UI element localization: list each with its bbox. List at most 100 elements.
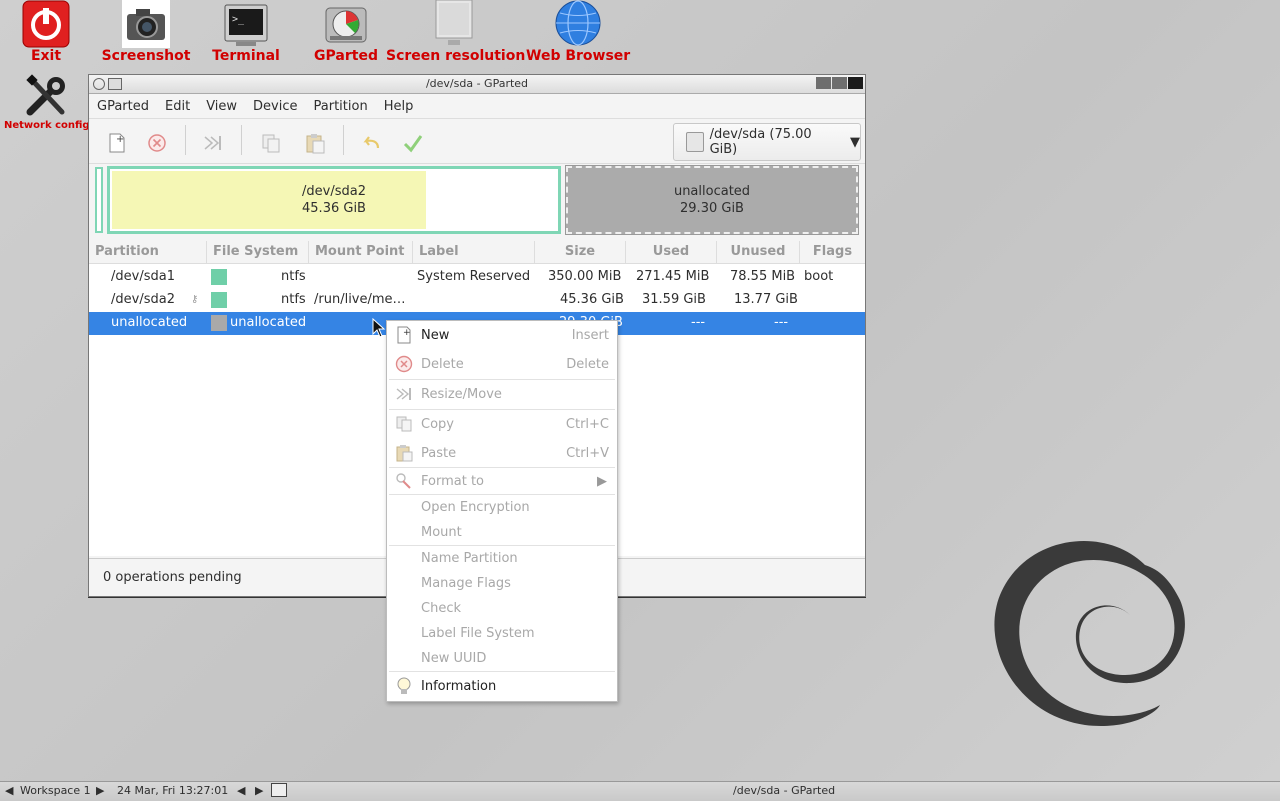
menu-item-information[interactable]: Information	[387, 674, 617, 699]
new-document-icon: +	[109, 133, 125, 153]
terminal-label: Terminal	[212, 48, 280, 64]
sda2-map-name: /dev/sda2	[302, 184, 366, 199]
menu-item-open-encryption[interactable]: Open Encryption	[387, 495, 617, 520]
screen-resolution-desktop-icon[interactable]: Screen resolution	[386, 0, 525, 64]
terminal-desktop-icon[interactable]: >_ Terminal	[208, 0, 284, 64]
menu-item-new-uuid[interactable]: New UUID	[387, 646, 617, 671]
menu-item-delete[interactable]: Delete Delete	[387, 352, 617, 377]
row-partition: /dev/sda2	[111, 292, 175, 307]
menu-item-name-partition[interactable]: Name Partition	[387, 546, 617, 571]
gparted-icon	[322, 0, 370, 48]
row-size: 350.00 MiB	[548, 269, 622, 284]
gparted-desktop-icon[interactable]: GParted	[308, 0, 384, 64]
taskbar: ◀ Workspace 1 ▶ 24 Mar, Fri 13:27:01 ◀ ▶…	[0, 781, 1280, 801]
window-menu-icon[interactable]	[93, 78, 105, 90]
col-unused[interactable]: Unused	[717, 241, 800, 263]
unallocated-map-size: 29.30 GiB	[680, 201, 744, 216]
paste-button[interactable]	[301, 129, 329, 157]
menu-item-mount[interactable]: Mount	[387, 520, 617, 545]
network-config-label: Network config	[4, 120, 90, 131]
menu-item-new[interactable]: + New Insert	[387, 323, 617, 348]
col-flags[interactable]: Flags	[800, 241, 865, 263]
delete-icon	[395, 355, 413, 373]
menu-item-resize-move[interactable]: Resize/Move	[387, 382, 617, 407]
maximize-button[interactable]	[832, 77, 847, 89]
new-partition-button[interactable]: +	[103, 129, 131, 157]
debian-swirl-logo	[985, 525, 1200, 734]
menu-partition[interactable]: Partition	[306, 99, 376, 114]
paste-icon	[396, 445, 413, 462]
resize-move-button[interactable]	[199, 129, 227, 157]
copy-icon	[396, 416, 412, 432]
delete-partition-button[interactable]	[143, 129, 171, 157]
menu-edit[interactable]: Edit	[157, 99, 198, 114]
menu-item-format-to[interactable]: Format to ▶	[387, 469, 617, 494]
sda1-map-segment[interactable]	[95, 167, 103, 233]
col-partition[interactable]: Partition	[89, 241, 207, 263]
submenu-arrow-icon: ▶	[597, 474, 607, 489]
unallocated-map-segment[interactable]: unallocated 29.30 GiB	[565, 165, 859, 235]
partition-context-menu: + New Insert Delete Delete Resize/Move Cop…	[386, 320, 618, 702]
fs-color-swatch	[211, 292, 227, 308]
undo-icon	[363, 136, 380, 149]
row-label: System Reserved	[417, 269, 531, 284]
col-used[interactable]: Used	[626, 241, 717, 263]
window-title: /dev/sda - GParted	[425, 77, 529, 90]
table-row-sda2[interactable]: /dev/sda2 ⚷ ntfs /run/live/me… 45.36 GiB…	[89, 289, 865, 312]
window-titlebar[interactable]: /dev/sda - GParted	[89, 75, 865, 94]
network-config-desktop-icon[interactable]: Network config	[4, 72, 90, 131]
svg-text:+: +	[403, 328, 411, 338]
copy-button[interactable]	[257, 129, 285, 157]
row-unused: 78.55 MiB	[730, 269, 796, 284]
menu-item-check[interactable]: Check	[387, 596, 617, 621]
row-fs: unallocated	[230, 315, 307, 330]
fs-color-swatch	[211, 315, 227, 331]
mouse-cursor-icon	[372, 318, 386, 338]
lightbulb-icon	[397, 677, 411, 694]
menu-device[interactable]: Device	[245, 99, 305, 114]
workspace-next-icon[interactable]: ▶	[96, 784, 104, 797]
exit-desktop-icon[interactable]: Exit	[18, 0, 74, 64]
key-icon: ⚷	[191, 294, 199, 305]
harddisk-icon	[686, 132, 704, 152]
taskbar-task-gparted[interactable]: /dev/sda - GParted	[733, 784, 835, 797]
device-selector[interactable]: /dev/sda (75.00 GiB) ▼	[673, 123, 861, 161]
col-label[interactable]: Label	[413, 241, 535, 263]
camera-icon	[122, 0, 170, 48]
screenshot-desktop-icon[interactable]: Screenshot	[100, 0, 192, 64]
col-size[interactable]: Size	[535, 241, 626, 263]
task-next-icon[interactable]: ▶	[255, 784, 263, 797]
tools-icon	[22, 72, 70, 120]
chevron-down-icon: ▼	[850, 134, 860, 150]
svg-text:>_: >_	[232, 14, 245, 25]
menu-help[interactable]: Help	[376, 99, 422, 114]
menu-item-paste[interactable]: Paste Ctrl+V	[387, 441, 617, 466]
row-used: ---	[691, 315, 706, 330]
terminal-icon: >_	[222, 0, 270, 48]
menu-view[interactable]: View	[198, 99, 245, 114]
table-row-sda1[interactable]: /dev/sda1 ntfs System Reserved 350.00 Mi…	[89, 266, 865, 289]
show-desktop-icon[interactable]	[271, 783, 287, 797]
workspace-prev-icon[interactable]: ◀	[5, 784, 13, 797]
task-prev-icon[interactable]: ◀	[237, 784, 245, 797]
menu-item-copy[interactable]: Copy Ctrl+C	[387, 412, 617, 437]
workspace-label[interactable]: Workspace 1	[20, 784, 91, 797]
checkmark-icon	[403, 135, 423, 153]
apply-button[interactable]	[399, 129, 427, 157]
web-browser-desktop-icon[interactable]: Web Browser	[526, 0, 630, 64]
menu-item-label-file-system[interactable]: Label File System	[387, 621, 617, 646]
screenshot-label: Screenshot	[101, 48, 191, 64]
sda2-map-segment[interactable]: /dev/sda2 45.36 GiB	[107, 166, 561, 234]
undo-button[interactable]	[357, 129, 385, 157]
close-button[interactable]	[848, 77, 863, 89]
row-partition: unallocated	[111, 315, 188, 330]
row-used: 271.45 MiB	[636, 269, 710, 284]
monitor-icon	[430, 0, 478, 48]
col-mount-point[interactable]: Mount Point	[309, 241, 413, 263]
format-icon	[396, 473, 411, 489]
minimize-button[interactable]	[816, 77, 831, 89]
menu-gparted[interactable]: GParted	[89, 99, 157, 114]
menu-item-manage-flags[interactable]: Manage Flags	[387, 571, 617, 596]
col-file-system[interactable]: File System	[207, 241, 309, 263]
web-browser-label: Web Browser	[526, 48, 631, 64]
